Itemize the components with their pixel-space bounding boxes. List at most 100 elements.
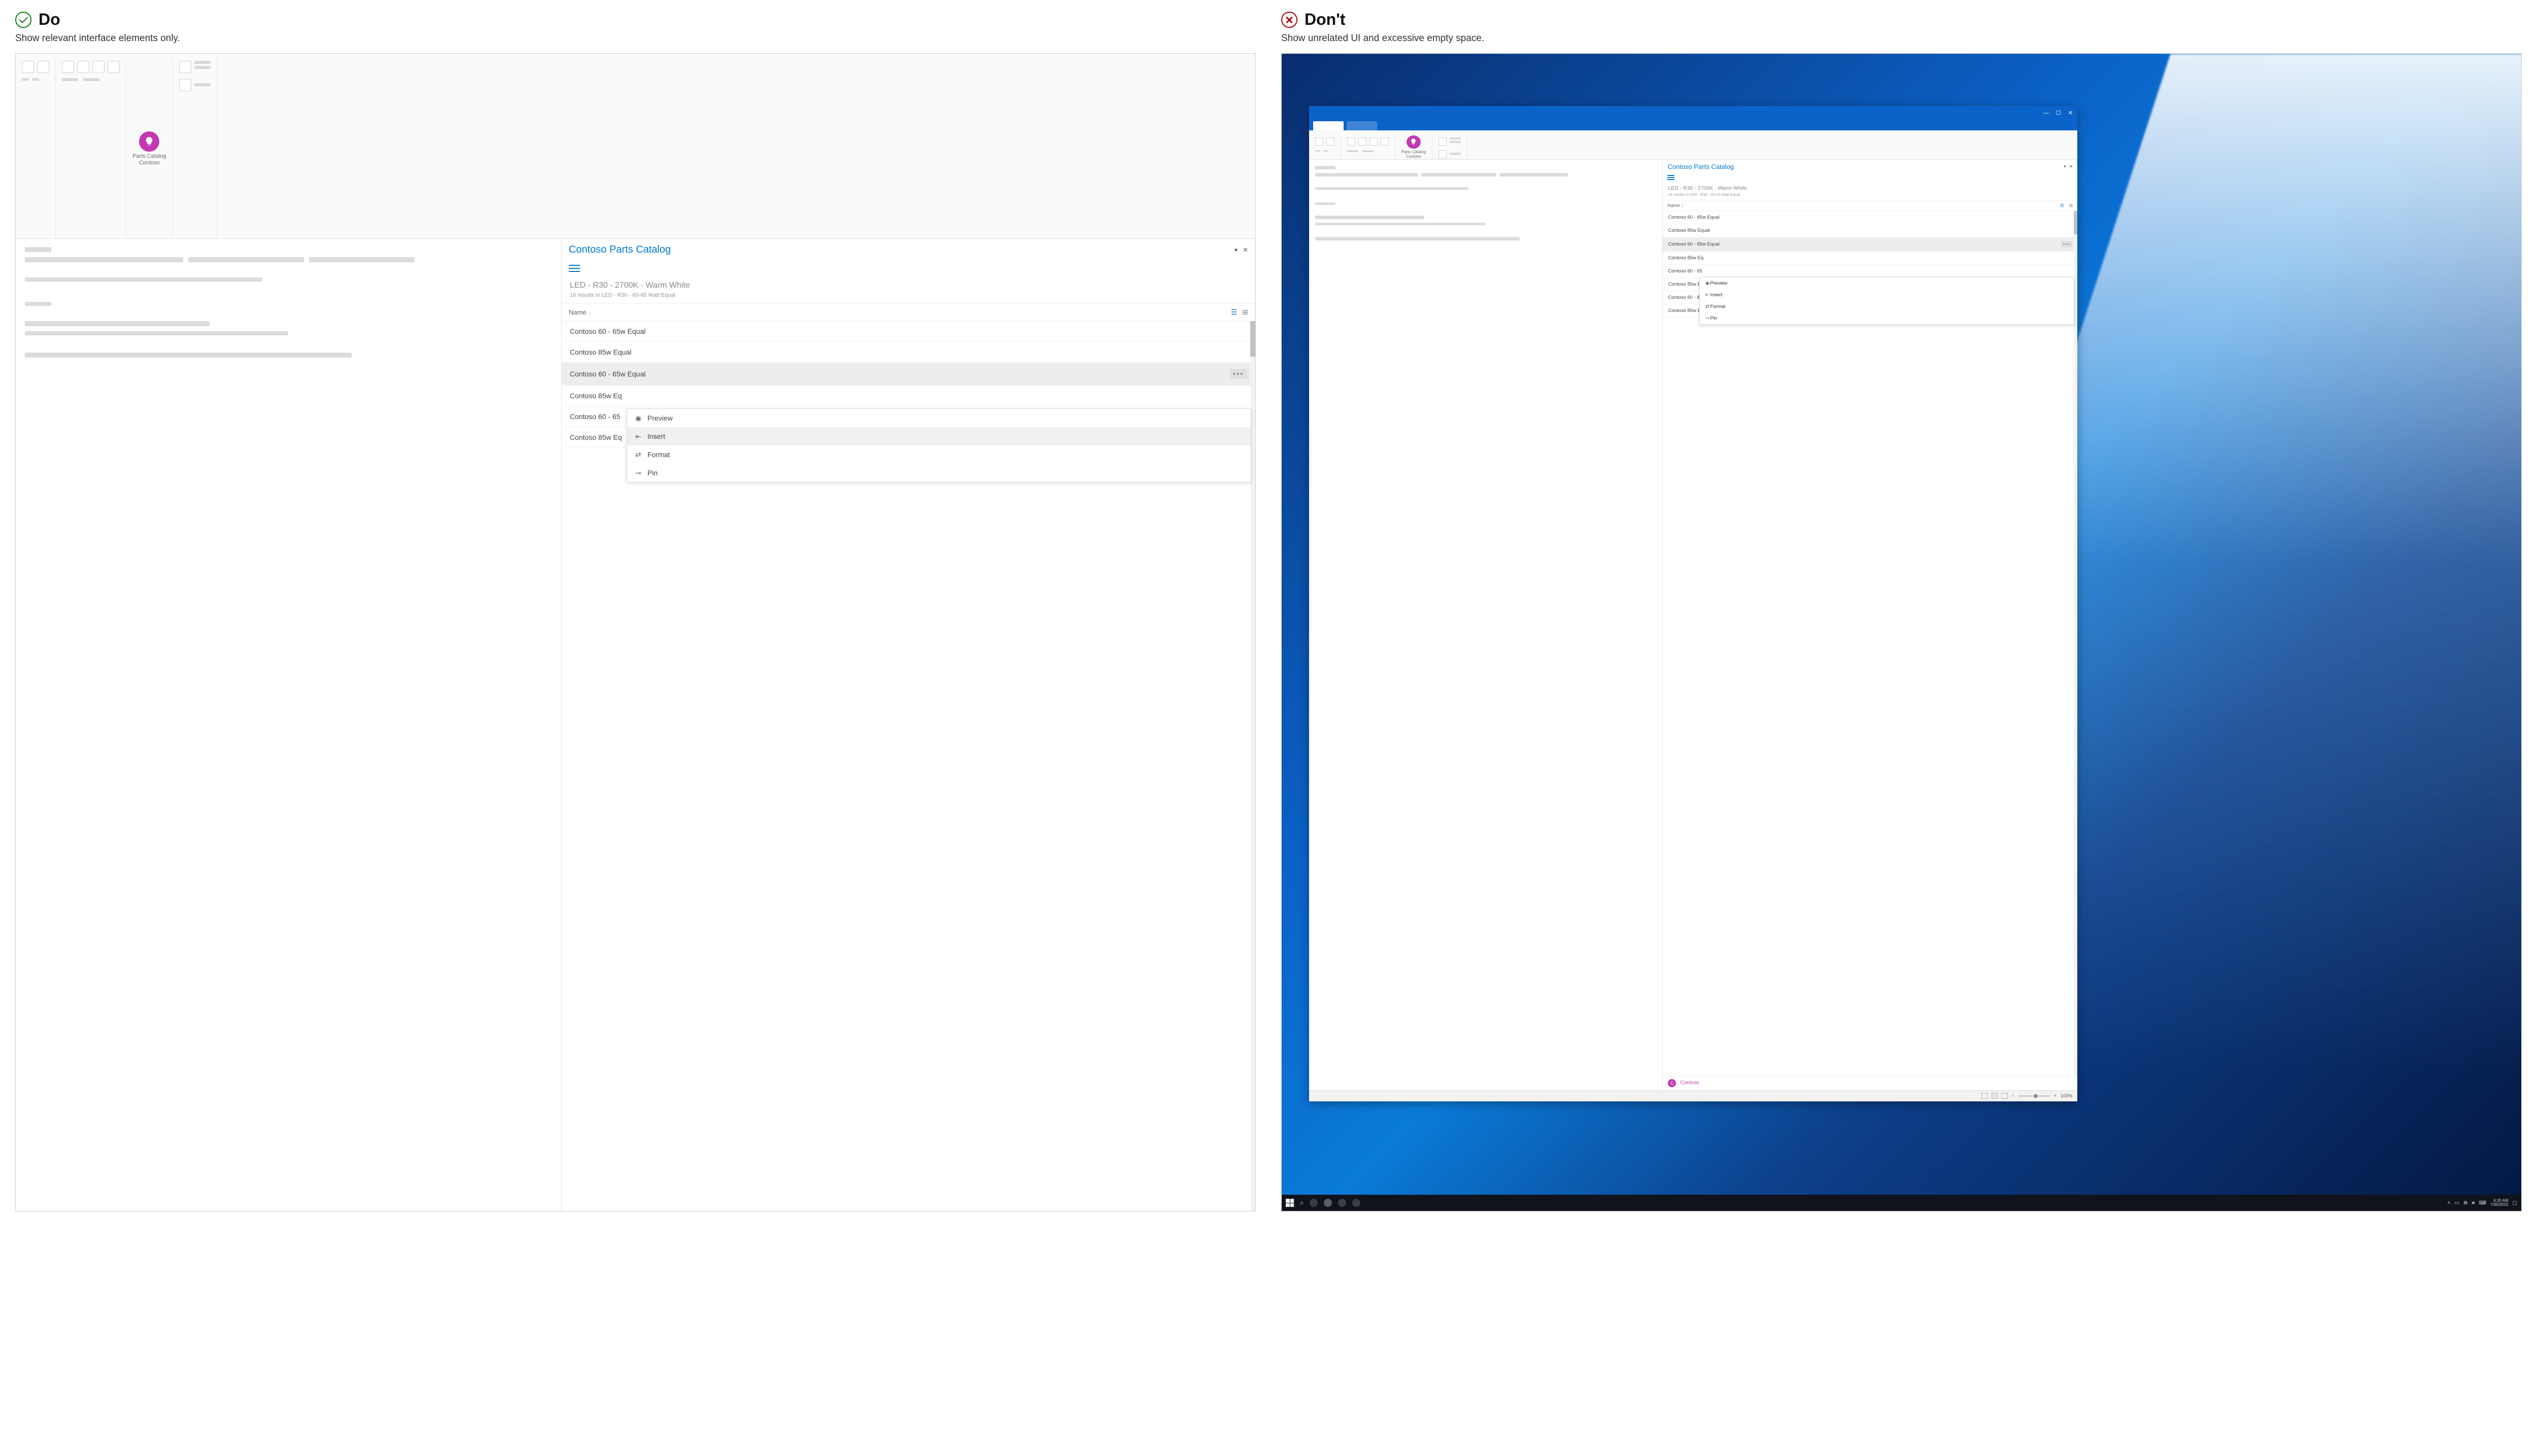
ribbon: Parts CatalogContoso	[16, 54, 1255, 239]
wifi-icon[interactable]: ⋒	[2463, 1200, 2467, 1206]
scrollbar[interactable]	[2074, 211, 2077, 1076]
minimize-icon[interactable]: —	[2043, 110, 2049, 116]
do-screenshot: Parts CatalogContoso	[15, 53, 1256, 1211]
window-tabs	[1309, 120, 2078, 130]
menu-pin[interactable]: ⊸Pin	[627, 464, 1251, 482]
menu-preview[interactable]: ◉Preview	[1700, 278, 2074, 289]
sort-arrow-icon[interactable]: ↓	[1681, 202, 1684, 209]
column-name[interactable]: Name	[1667, 203, 1679, 208]
format-icon: ⇄	[634, 450, 642, 459]
pane-close-icon[interactable]: ✕	[2069, 164, 2073, 169]
task-pane: Contoso Parts Catalog ▾✕ LED - R30 - 270…	[1662, 160, 2077, 1090]
system-tray: ˄ ▭ ⋒ 🔊︎ ⌨ 6:30 AM7/30/2015 ▢	[2448, 1199, 2517, 1207]
document-area	[1309, 160, 1663, 1090]
hamburger-icon[interactable]	[562, 259, 1255, 278]
context-menu: ◉Preview ⇤Insert ⇄Format ⊸Pin	[627, 408, 1251, 482]
more-icon[interactable]: •••	[1230, 369, 1247, 379]
grid-view-icon[interactable]: ⊞	[2069, 203, 2073, 209]
taskbar: ⌕ ˄ ▭ ⋒ 🔊︎ ⌨ 6:30 AM7/30/2015 ▢	[1282, 1195, 2521, 1211]
pin-icon: ⊸	[1704, 316, 1710, 321]
pane-title: Contoso Parts Catalog	[569, 244, 671, 256]
taskbar-app-icon[interactable]	[1352, 1199, 1360, 1207]
titlebar: — ☐ ✕	[1309, 106, 2078, 120]
tab[interactable]	[1313, 121, 1344, 130]
insert-icon: ⇤	[1704, 292, 1710, 298]
menu-format[interactable]: ⇄Format	[1700, 301, 2074, 313]
list-item[interactable]: Contoso 60 - 65w Equal	[1663, 211, 2077, 224]
close-icon[interactable]: ✕	[2067, 110, 2073, 116]
menu-insert[interactable]: ⇤Insert	[1700, 289, 2074, 301]
list-view-icon[interactable]: ☰	[1231, 308, 1238, 317]
pane-dropdown-icon[interactable]: ▾	[2064, 164, 2066, 169]
column-name[interactable]: Name	[569, 308, 587, 316]
check-icon	[15, 12, 31, 28]
preview-icon: ◉	[634, 414, 642, 422]
search-subtitle: 16 results in LED - R30 - 60-65 Watt Equ…	[1668, 192, 2072, 197]
zoom-slider[interactable]	[2018, 1095, 2050, 1097]
zoom-in-icon[interactable]: +	[2054, 1093, 2056, 1098]
dont-subtitle: Show unrelated UI and excessive empty sp…	[1281, 33, 2522, 44]
pin-icon: ⊸	[634, 469, 642, 477]
list-item[interactable]: Contoso 85w Equal	[562, 342, 1255, 363]
volume-icon[interactable]: 🔊︎	[2472, 1200, 2475, 1206]
search-icon[interactable]: ⌕	[1300, 1199, 1304, 1207]
avatar: C	[1668, 1079, 1676, 1087]
format-icon: ⇄	[1704, 304, 1710, 309]
dont-title: Don't	[1305, 10, 1345, 29]
hamburger-icon[interactable]	[1663, 172, 2077, 184]
view-mode-icon[interactable]	[2002, 1093, 2008, 1099]
taskbar-app-icon[interactable]	[1310, 1199, 1318, 1207]
list-item[interactable]: Contoso 60 - 65w Equal•••	[562, 363, 1255, 386]
taskbar-app-icon[interactable]	[1324, 1199, 1332, 1207]
pane-title: Contoso Parts Catalog	[1667, 163, 1734, 170]
document-area	[16, 239, 561, 1211]
list-item[interactable]: Contoso 60 - 65w Equal	[562, 321, 1255, 342]
grid-view-icon[interactable]: ⊞	[1242, 308, 1248, 317]
taskbar-app-icon[interactable]	[1338, 1199, 1346, 1207]
statusbar: − + 100%	[1309, 1090, 2078, 1101]
list-item[interactable]: Contoso 60 - 65w Equal•••	[1663, 237, 2077, 252]
context-menu: ◉Preview ⇤Insert ⇄Format ⊸Pin	[1699, 277, 2074, 325]
search-title: LED - R30 - 2700K - Warm White	[570, 281, 1247, 290]
pane-dropdown-icon[interactable]: ▾	[1235, 246, 1238, 254]
search-subtitle: 16 results in LED - R30 - 60-65 Watt Equ…	[570, 292, 1247, 298]
list-item[interactable]: Contoso 85w Eq	[562, 386, 1255, 406]
zoom-out-icon[interactable]: −	[2012, 1093, 2014, 1098]
start-icon[interactable]	[1286, 1199, 1294, 1207]
lightbulb-icon[interactable]	[1407, 135, 1421, 149]
list-item[interactable]: Contoso 85w Equal	[1663, 224, 2077, 237]
list-item[interactable]: Contoso 60 - 65	[1663, 265, 2077, 278]
notifications-icon[interactable]: ▢	[2513, 1200, 2517, 1206]
battery-icon[interactable]: ▭	[2454, 1200, 2459, 1206]
do-column: Do Show relevant interface elements only…	[15, 10, 1256, 1211]
dont-screenshot: — ☐ ✕ Parts CatalogContoso	[1281, 53, 2522, 1211]
menu-preview[interactable]: ◉Preview	[627, 409, 1251, 427]
lightbulb-icon[interactable]	[139, 131, 159, 152]
task-pane: Contoso Parts Catalog ▾ ✕ LED - R30 - 270…	[561, 239, 1255, 1211]
view-mode-icon[interactable]	[1981, 1093, 1987, 1099]
maximize-icon[interactable]: ☐	[2055, 110, 2061, 116]
menu-insert[interactable]: ⇤Insert	[627, 427, 1251, 445]
sort-arrow-icon[interactable]: ↓	[588, 310, 591, 316]
chevron-up-icon[interactable]: ˄	[2448, 1200, 2451, 1206]
pane-footer: CContoso	[1663, 1076, 2077, 1090]
do-subtitle: Show relevant interface elements only.	[15, 33, 1256, 44]
menu-pin[interactable]: ⊸Pin	[1700, 313, 2074, 324]
do-title: Do	[39, 10, 60, 29]
zoom-value: 100%	[2061, 1093, 2072, 1098]
dont-column: Don't Show unrelated UI and excessive em…	[1281, 10, 2522, 1211]
insert-icon: ⇤	[634, 432, 642, 440]
pane-close-icon[interactable]: ✕	[1243, 246, 1248, 254]
clock[interactable]: 6:30 AM7/30/2015	[2490, 1199, 2509, 1207]
ribbon-addin-label: Parts Catalog	[132, 153, 166, 159]
menu-format[interactable]: ⇄Format	[627, 445, 1251, 464]
list-item[interactable]: Contoso 85w Eq	[1663, 252, 2077, 265]
view-mode-icon[interactable]	[1992, 1093, 1998, 1099]
list-view-icon[interactable]: ☰	[2060, 203, 2064, 209]
more-icon[interactable]: •••	[2061, 241, 2072, 248]
tab[interactable]	[1347, 121, 1377, 130]
search-title: LED - R30 - 2700K - Warm White	[1668, 185, 2072, 191]
x-icon	[1281, 12, 1297, 28]
app-window: — ☐ ✕ Parts CatalogContoso	[1309, 106, 2078, 1101]
keyboard-icon[interactable]: ⌨	[2479, 1200, 2486, 1206]
